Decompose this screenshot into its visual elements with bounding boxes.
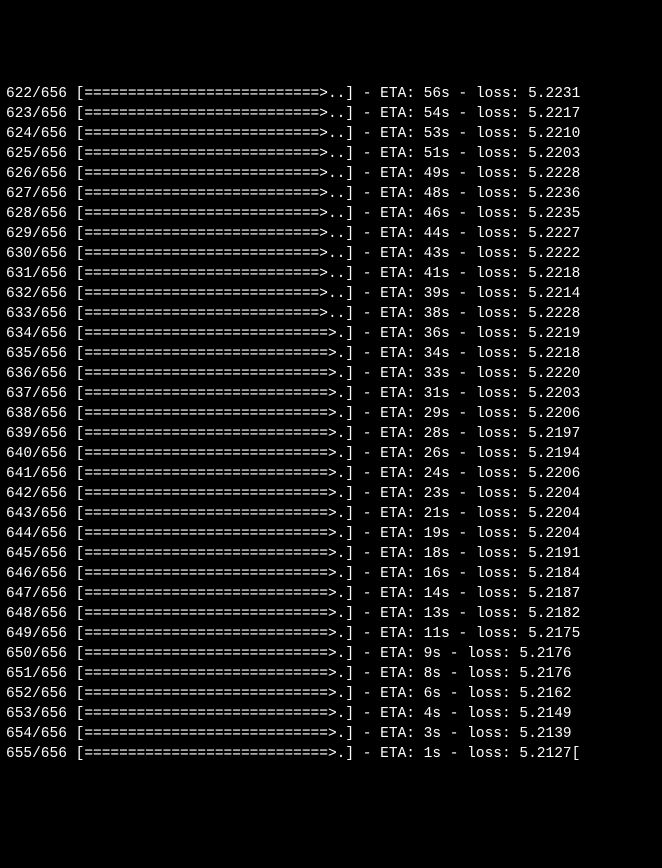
terminal-output: 622/656 [===========================>..]… xyxy=(6,84,656,764)
progress-line: 654/656 [============================>.]… xyxy=(6,724,656,744)
progress-line: 646/656 [============================>.]… xyxy=(6,564,656,584)
progress-line: 635/656 [============================>.]… xyxy=(6,344,656,364)
progress-line: 650/656 [============================>.]… xyxy=(6,644,656,664)
progress-line: 641/656 [============================>.]… xyxy=(6,464,656,484)
progress-line: 639/656 [============================>.]… xyxy=(6,424,656,444)
progress-line: 649/656 [============================>.]… xyxy=(6,624,656,644)
progress-line: 647/656 [============================>.]… xyxy=(6,584,656,604)
progress-line: 645/656 [============================>.]… xyxy=(6,544,656,564)
progress-line: 648/656 [============================>.]… xyxy=(6,604,656,624)
progress-line: 634/656 [============================>.]… xyxy=(6,324,656,344)
progress-line: 643/656 [============================>.]… xyxy=(6,504,656,524)
progress-line: 636/656 [============================>.]… xyxy=(6,364,656,384)
progress-line: 626/656 [===========================>..]… xyxy=(6,164,656,184)
progress-line: 630/656 [===========================>..]… xyxy=(6,244,656,264)
progress-line: 629/656 [===========================>..]… xyxy=(6,224,656,244)
progress-line: 628/656 [===========================>..]… xyxy=(6,204,656,224)
progress-line: 638/656 [============================>.]… xyxy=(6,404,656,424)
progress-line: 632/656 [===========================>..]… xyxy=(6,284,656,304)
progress-line: 631/656 [===========================>..]… xyxy=(6,264,656,284)
progress-line: 640/656 [============================>.]… xyxy=(6,444,656,464)
progress-line: 655/656 [============================>.]… xyxy=(6,744,656,764)
progress-line: 644/656 [============================>.]… xyxy=(6,524,656,544)
progress-line: 622/656 [===========================>..]… xyxy=(6,84,656,104)
progress-line: 623/656 [===========================>..]… xyxy=(6,104,656,124)
progress-line: 625/656 [===========================>..]… xyxy=(6,144,656,164)
progress-line: 637/656 [============================>.]… xyxy=(6,384,656,404)
progress-line: 651/656 [============================>.]… xyxy=(6,664,656,684)
progress-line: 624/656 [===========================>..]… xyxy=(6,124,656,144)
progress-line: 627/656 [===========================>..]… xyxy=(6,184,656,204)
progress-line: 653/656 [============================>.]… xyxy=(6,704,656,724)
progress-line: 642/656 [============================>.]… xyxy=(6,484,656,504)
progress-line: 633/656 [===========================>..]… xyxy=(6,304,656,324)
progress-line: 652/656 [============================>.]… xyxy=(6,684,656,704)
